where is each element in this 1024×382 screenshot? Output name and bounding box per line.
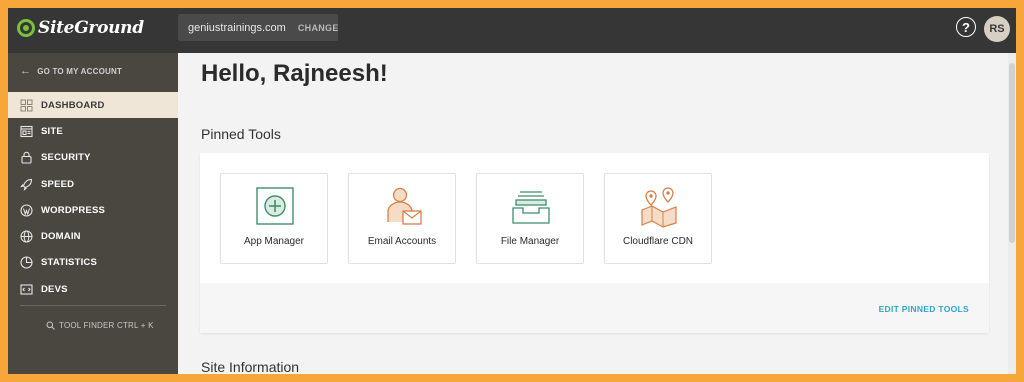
- current-domain: geniustrainings.com: [188, 21, 286, 34]
- sidebar-divider: [20, 305, 166, 306]
- sidebar-item-wordpress[interactable]: WORDPRESS: [8, 197, 178, 223]
- avatar[interactable]: RS: [984, 16, 1010, 42]
- sidebar-item-security[interactable]: SECURITY: [8, 145, 178, 171]
- tool-email-accounts[interactable]: Email Accounts: [348, 173, 456, 264]
- wordpress-icon: [20, 204, 33, 217]
- tool-finder-label: TOOL FINDER CTRL + K: [59, 321, 154, 330]
- sidebar-item-speed[interactable]: SPEED: [8, 171, 178, 197]
- globe-icon: [20, 230, 33, 243]
- rocket-icon: [20, 178, 33, 191]
- sidebar-item-label: DASHBOARD: [41, 99, 105, 111]
- site-selector: geniustrainings.com CHANGE: [178, 14, 338, 41]
- sidebar: ← GO TO MY ACCOUNT DASHBOARD SITE SECURI…: [8, 53, 178, 374]
- siteground-logo[interactable]: SiteGround: [17, 18, 144, 38]
- cloudflare-cdn-icon: [641, 187, 677, 228]
- main-content: Hello, Rajneesh! Pinned Tools App Manage…: [178, 53, 1016, 374]
- pinned-tools-heading: Pinned Tools: [201, 126, 281, 142]
- sidebar-item-label: STATISTICS: [41, 257, 98, 269]
- sidebar-item-label: SITE: [41, 125, 63, 137]
- site-icon: [20, 125, 33, 138]
- tool-finder-button[interactable]: TOOL FINDER CTRL + K: [46, 321, 154, 330]
- change-site-button[interactable]: CHANGE: [298, 23, 339, 33]
- page-title: Hello, Rajneesh!: [201, 60, 388, 87]
- app-window: SiteGround geniustrainings.com CHANGE ? …: [8, 8, 1016, 374]
- tool-label: Cloudflare CDN: [622, 236, 694, 247]
- edit-pinned-tools-link[interactable]: EDIT PINNED TOOLS: [879, 304, 969, 314]
- top-bar: SiteGround geniustrainings.com CHANGE ? …: [8, 8, 1016, 53]
- sidebar-item-statistics[interactable]: STATISTICS: [8, 250, 178, 276]
- sidebar-item-label: WORDPRESS: [41, 204, 106, 216]
- tool-label: Email Accounts: [367, 236, 437, 247]
- sidebar-item-label: DEVS: [41, 283, 68, 295]
- file-manager-icon: [512, 191, 550, 224]
- logo-text: SiteGround: [38, 18, 144, 38]
- search-icon: [46, 321, 55, 330]
- site-information-heading: Site Information: [201, 359, 300, 374]
- lock-icon: [20, 151, 33, 164]
- pinned-tools-card: App Manager Email Accounts File Manager …: [200, 153, 989, 333]
- tool-label: App Manager: [243, 236, 305, 247]
- arrow-left-icon: ←: [20, 65, 32, 77]
- dashboard-icon: [20, 99, 33, 112]
- sidebar-item-dashboard[interactable]: DASHBOARD: [8, 92, 178, 119]
- pinned-tools-footer: EDIT PINNED TOOLS: [200, 283, 989, 333]
- tool-app-manager[interactable]: App Manager: [220, 173, 328, 264]
- tool-cloudflare-cdn[interactable]: Cloudflare CDN: [604, 173, 712, 264]
- scrollbar-thumb[interactable]: [1009, 63, 1015, 243]
- sidebar-item-site[interactable]: SITE: [8, 118, 178, 144]
- sidebar-item-label: SECURITY: [41, 152, 91, 164]
- code-icon: [20, 283, 33, 296]
- app-manager-icon: [256, 187, 294, 225]
- sidebar-nav: DASHBOARD SITE SECURITY SPEED WORDPRESS …: [8, 92, 178, 302]
- pie-chart-icon: [20, 256, 33, 269]
- sidebar-item-label: SPEED: [41, 178, 75, 190]
- sidebar-item-domain[interactable]: DOMAIN: [8, 223, 178, 249]
- help-icon[interactable]: ?: [956, 17, 976, 37]
- tool-label: File Manager: [500, 236, 560, 247]
- back-link-label: GO TO MY ACCOUNT: [37, 66, 123, 76]
- email-accounts-icon: [387, 187, 422, 225]
- sidebar-item-label: DOMAIN: [41, 231, 81, 243]
- tool-file-manager[interactable]: File Manager: [476, 173, 584, 264]
- scrollbar[interactable]: [1008, 53, 1016, 374]
- logo-icon: [17, 19, 35, 37]
- sidebar-item-devs[interactable]: DEVS: [8, 276, 178, 302]
- go-to-my-account-link[interactable]: ← GO TO MY ACCOUNT: [20, 65, 122, 77]
